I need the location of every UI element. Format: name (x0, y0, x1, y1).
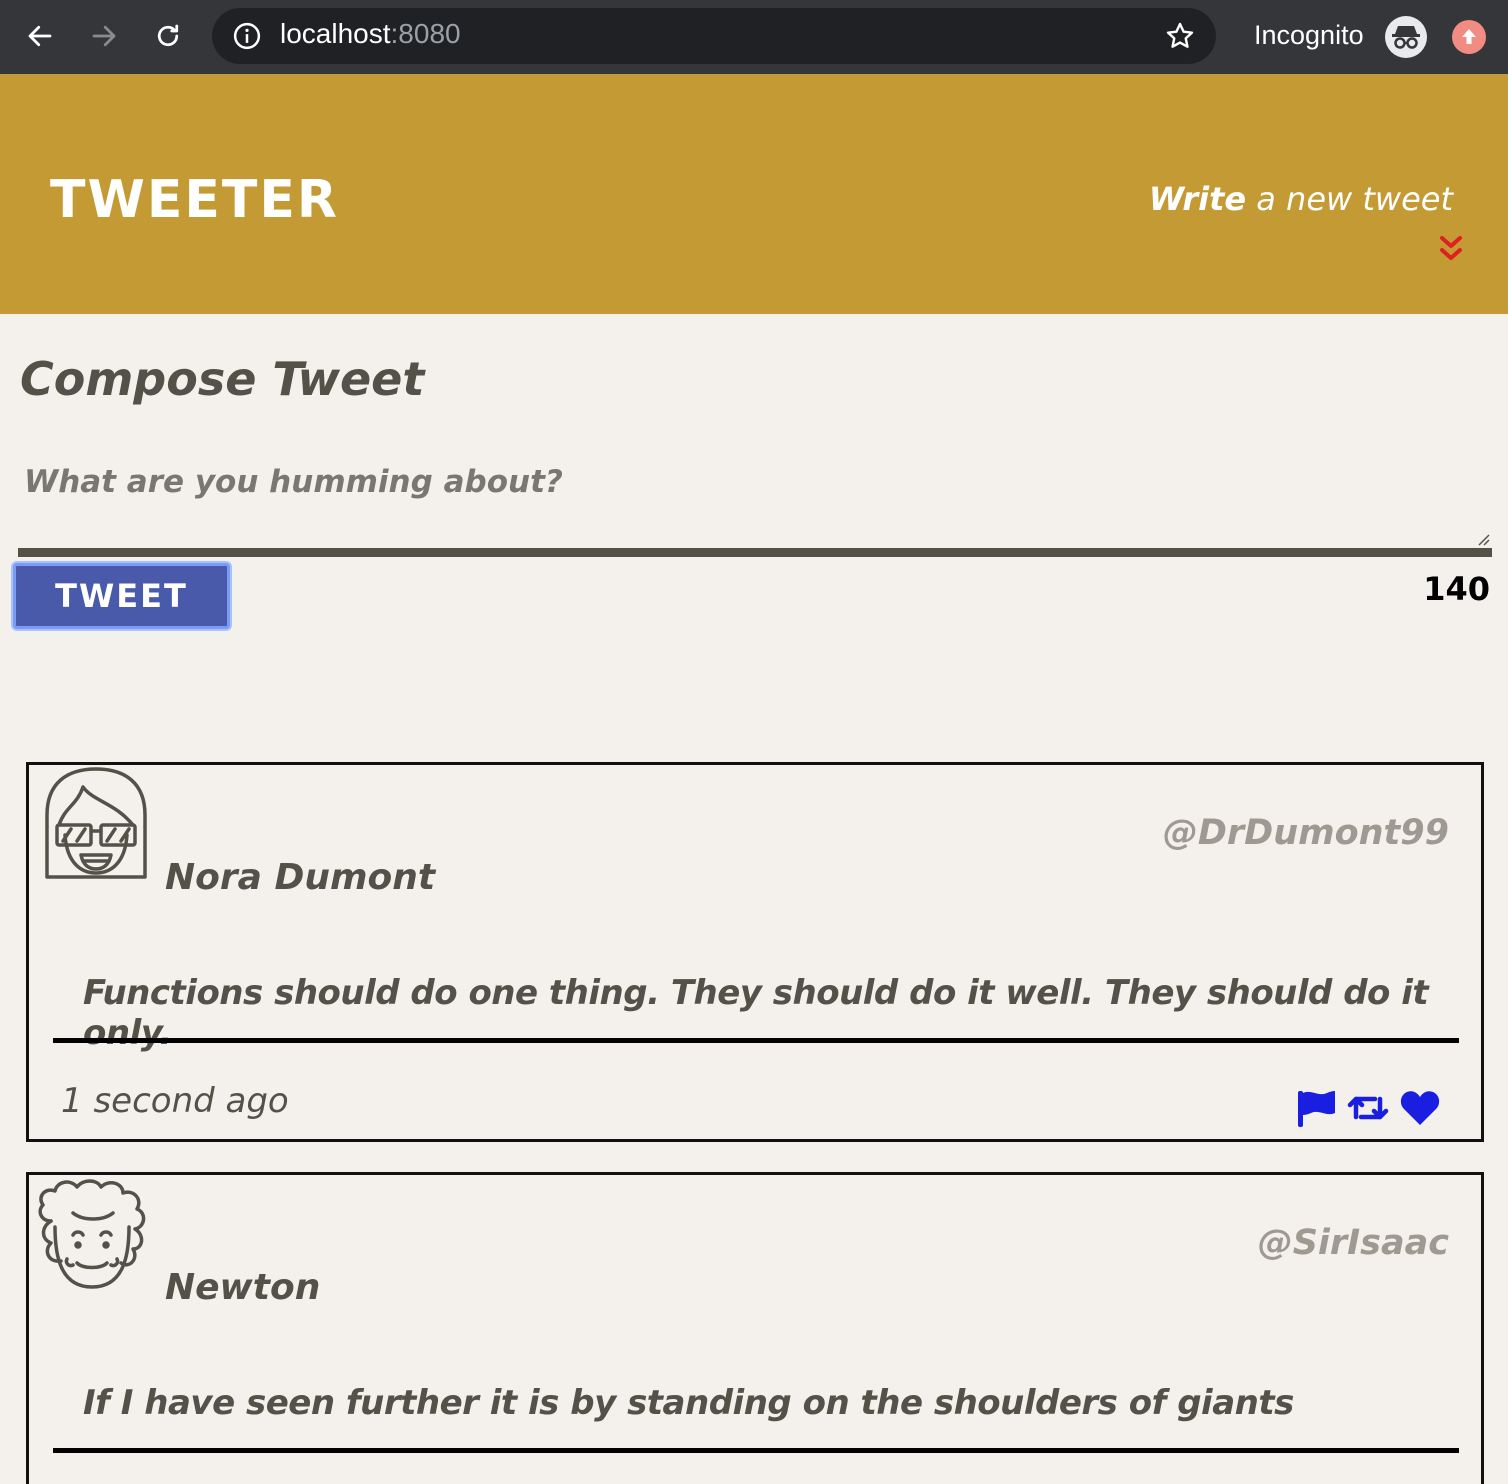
forward-icon[interactable] (82, 14, 126, 58)
tweet-divider (53, 1038, 1459, 1043)
tweet-timestamp: 1 second ago (61, 1081, 289, 1121)
reload-icon[interactable] (146, 14, 190, 58)
tweet-submit-button[interactable]: TWEET (13, 563, 230, 629)
avatar-glasses-icon (45, 767, 147, 879)
tweet-author-handle: @SirIsaac (1257, 1223, 1449, 1263)
tweet-card: Nora Dumont @DrDumont99 Functions should… (26, 762, 1484, 1142)
tweet-divider (53, 1448, 1459, 1453)
incognito-icon[interactable] (1385, 16, 1427, 58)
update-icon[interactable] (1452, 20, 1486, 54)
write-new-tweet-link[interactable]: Write a new tweet (1149, 180, 1453, 218)
heart-icon[interactable] (1399, 1087, 1441, 1129)
compose-title: Compose Tweet (20, 352, 425, 406)
brand-logo[interactable]: TWEETER (50, 170, 339, 230)
tweet-author-name: Newton (165, 1267, 321, 1308)
retweet-icon[interactable] (1347, 1087, 1389, 1129)
tweet-author-handle: @DrDumont99 (1162, 813, 1449, 853)
avatar-curly-icon (38, 1179, 146, 1289)
back-icon[interactable] (18, 14, 62, 58)
tweet-text-input[interactable] (18, 450, 1492, 550)
bookmark-star-icon[interactable] (1164, 20, 1196, 52)
flag-icon[interactable] (1295, 1087, 1337, 1129)
info-icon[interactable] (232, 21, 262, 51)
incognito-label: Incognito (1254, 20, 1364, 50)
tweet-card: Newton @SirIsaac If I have seen further … (26, 1172, 1484, 1484)
url-text[interactable]: localhost:8080 (280, 18, 461, 50)
tweet-content: If I have seen further it is by standing… (83, 1383, 1294, 1423)
resize-grip-icon[interactable] (1474, 530, 1490, 546)
tweet-actions (1295, 1087, 1441, 1129)
site-header: TWEETER Write a new tweet (0, 74, 1508, 314)
browser-toolbar: localhost:8080 Incognito (0, 0, 1508, 74)
address-bar[interactable]: localhost:8080 (212, 8, 1216, 64)
double-chevron-down-icon[interactable] (1438, 232, 1464, 266)
compose-divider (18, 548, 1492, 557)
character-counter: 140 (1423, 570, 1490, 608)
tweet-author-name: Nora Dumont (165, 857, 436, 898)
